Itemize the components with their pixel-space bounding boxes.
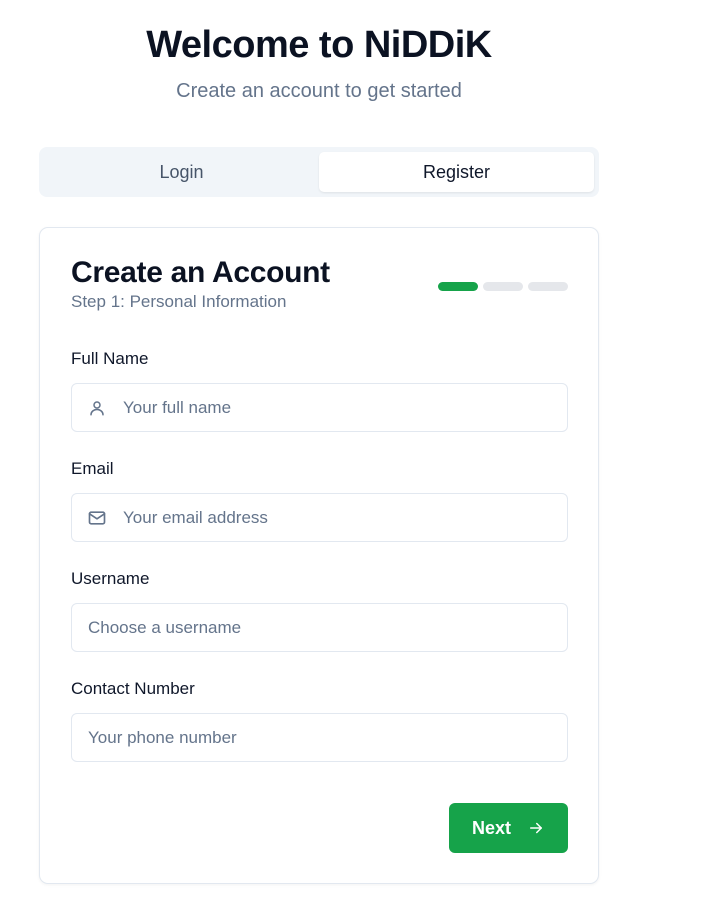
page-subtitle: Create an account to get started — [176, 80, 462, 102]
contact-number-label: Contact Number — [71, 679, 195, 698]
page-header: Welcome to NiDDiK Create an account to g… — [39, 20, 599, 104]
email-label: Email — [71, 459, 114, 478]
step-indicator-text: Step 1: Personal Information — [71, 292, 287, 311]
register-card: Create an Account Step 1: Personal Infor… — [39, 227, 599, 884]
next-button[interactable]: Next — [449, 803, 568, 853]
arrow-right-icon — [527, 819, 545, 837]
full-name-input[interactable] — [123, 384, 567, 431]
progress-segment-3 — [528, 282, 568, 291]
user-icon — [87, 398, 107, 418]
email-input[interactable] — [123, 494, 567, 541]
auth-tabs: Login Register — [39, 147, 599, 197]
progress-segment-2 — [483, 282, 523, 291]
next-button-label: Next — [471, 817, 511, 838]
username-field[interactable] — [71, 603, 568, 652]
page-title: Welcome to NiDDiK — [146, 24, 492, 66]
mail-icon — [87, 508, 107, 528]
tab-login[interactable]: Login — [44, 152, 319, 192]
email-field[interactable] — [71, 493, 568, 542]
step-progress — [438, 282, 568, 291]
card-title: Create an Account — [71, 256, 330, 289]
register-page: Welcome to NiDDiK Create an account to g… — [0, 0, 705, 909]
contact-number-input[interactable] — [88, 714, 567, 761]
tab-register[interactable]: Register — [319, 152, 594, 192]
username-input[interactable] — [88, 604, 567, 651]
full-name-label: Full Name — [71, 349, 149, 368]
username-label: Username — [71, 569, 150, 588]
full-name-field[interactable] — [71, 383, 568, 432]
progress-segment-1 — [438, 282, 478, 291]
contact-number-field[interactable] — [71, 713, 568, 762]
